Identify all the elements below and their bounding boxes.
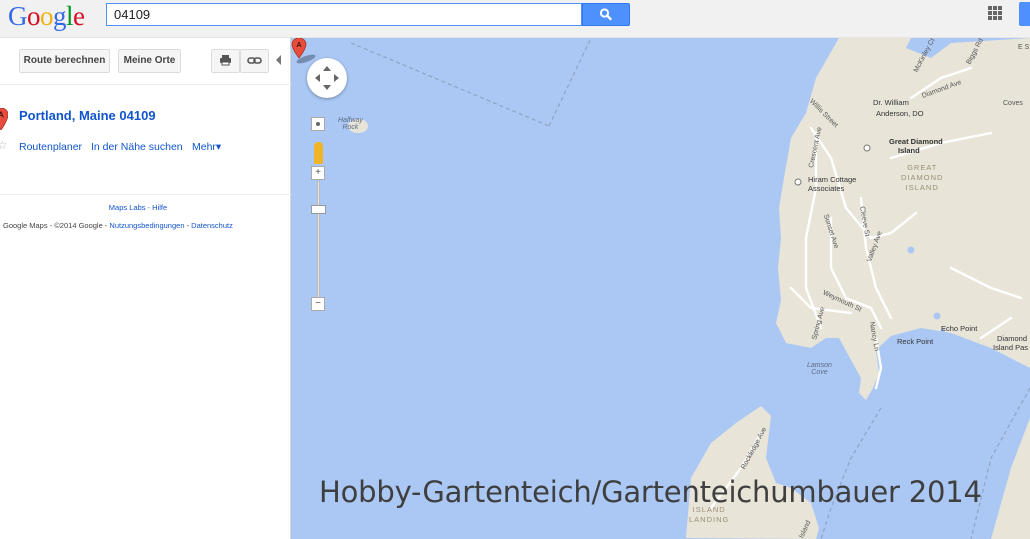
map-place-label[interactable]: Dr. William <box>873 98 909 107</box>
map-place-label[interactable]: Hiram Cottage <box>808 175 856 184</box>
zoom-slider-thumb[interactable] <box>311 205 326 214</box>
search-nearby-link[interactable]: In der Nähe suchen <box>91 141 183 153</box>
map-canvas[interactable]: Dr. William Anderson, DO Great Diamond I… <box>291 38 1030 539</box>
map-place-label[interactable]: Island Pas <box>993 343 1028 352</box>
link-button[interactable] <box>240 49 269 73</box>
footer-legal: Google Maps - ©2014 Google - Nutzungsbed… <box>3 221 233 230</box>
copyright-text: Google Maps - ©2014 Google - <box>3 221 110 230</box>
result-marker-icon[interactable]: A <box>0 108 8 130</box>
logo-letter: o <box>40 1 54 31</box>
sign-in-button[interactable] <box>1019 2 1030 26</box>
terms-link[interactable]: Nutzungsbedingungen <box>109 221 184 230</box>
map-place-label[interactable]: Great Diamond <box>889 137 943 146</box>
link-icon <box>247 57 262 64</box>
print-icon <box>220 55 231 66</box>
watermark-text: Hobby-Gartenteich/Gartenteichumbauer 201… <box>319 475 982 509</box>
result-title-link[interactable]: Portland, Maine 04109 <box>19 108 156 123</box>
directions-link[interactable]: Routenplaner <box>19 141 82 153</box>
apps-grid-icon[interactable] <box>988 6 1002 20</box>
divider <box>0 84 291 85</box>
street-label: E S <box>1018 44 1030 51</box>
map-place-label[interactable]: Reck Point <box>897 337 933 346</box>
logo-letter: o <box>27 1 41 31</box>
left-panel: Route berechnen Meine Orte A Portland, M… <box>0 38 291 539</box>
footer-links: Maps Labs - Hilfe <box>108 203 168 212</box>
search-button[interactable] <box>582 3 630 26</box>
map-place-label[interactable]: Anderson, DO <box>876 109 924 118</box>
pan-arrows-icon <box>315 66 339 90</box>
east-island <box>991 418 1030 539</box>
logo-letter: g <box>53 1 67 31</box>
google-logo[interactable]: Google <box>8 1 85 31</box>
top-bar: Google 04109 <box>0 0 1030 38</box>
search-input[interactable]: 04109 <box>106 3 582 26</box>
print-button[interactable] <box>211 49 240 73</box>
zoom-out-button[interactable]: − <box>311 297 325 311</box>
logo-letter: G <box>8 1 28 31</box>
my-places-button[interactable]: Meine Orte <box>118 49 181 73</box>
route-button[interactable]: Route berechnen <box>19 49 110 73</box>
help-link[interactable]: Hilfe <box>152 203 167 212</box>
svg-text:A: A <box>296 40 301 49</box>
water-label: Halfway Rock <box>338 117 363 131</box>
zoom-in-button[interactable]: + <box>311 166 325 180</box>
star-icon[interactable]: ☆ <box>0 138 8 152</box>
map-place-label[interactable]: Island <box>898 146 920 155</box>
street-view-pegman-icon[interactable] <box>314 142 323 164</box>
reset-icon <box>316 122 320 126</box>
more-dropdown[interactable]: Mehr▾ <box>192 141 221 153</box>
zoom-slider-track[interactable] <box>317 181 320 305</box>
reset-view-button[interactable] <box>311 117 325 131</box>
map-place-label[interactable]: Associates <box>808 184 844 193</box>
map-place-label[interactable]: Diamond <box>997 334 1027 343</box>
collapse-panel-icon[interactable] <box>276 55 281 65</box>
logo-letter: e <box>73 1 85 31</box>
maps-labs-link[interactable]: Maps Labs <box>109 203 146 212</box>
map-place-label[interactable]: Echo Point <box>941 324 977 333</box>
pan-control[interactable] <box>307 58 347 98</box>
logo-letter: l <box>66 1 74 31</box>
privacy-link[interactable]: Datenschutz <box>191 221 233 230</box>
street-label: Coves <box>1003 100 1023 107</box>
island-label: GREAT DIAMOND ISLAND <box>901 163 944 192</box>
search-icon <box>599 8 612 21</box>
divider <box>0 194 291 195</box>
water-label: Lamson Cove <box>807 362 832 376</box>
